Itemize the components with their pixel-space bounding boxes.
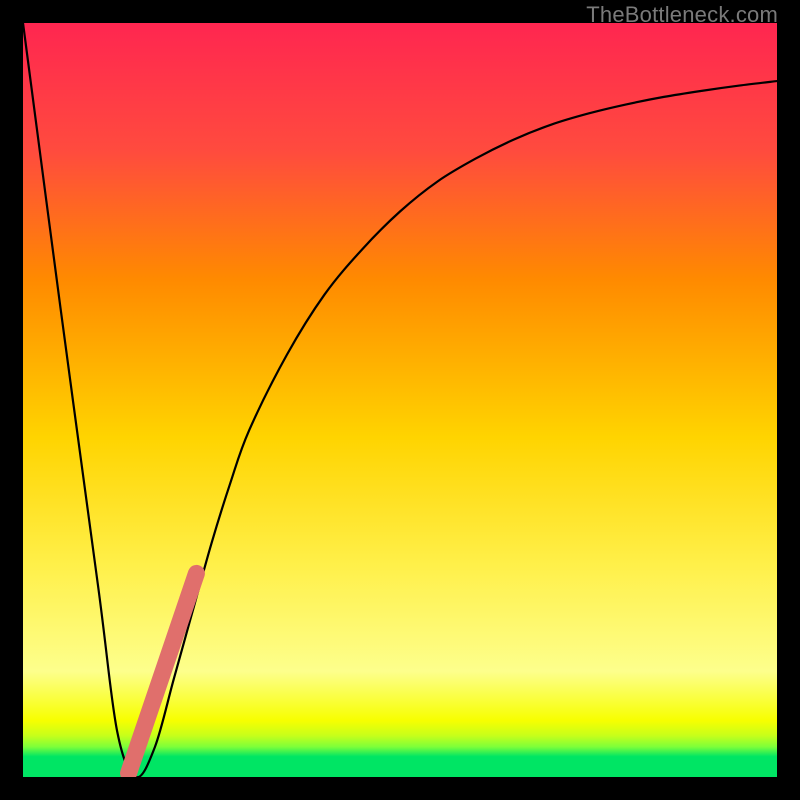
chart-frame: TheBottleneck.com	[0, 0, 800, 800]
chart-svg	[23, 23, 777, 777]
gradient-background	[23, 23, 777, 777]
chart-plot-area	[23, 23, 777, 777]
watermark-text: TheBottleneck.com	[586, 2, 778, 28]
